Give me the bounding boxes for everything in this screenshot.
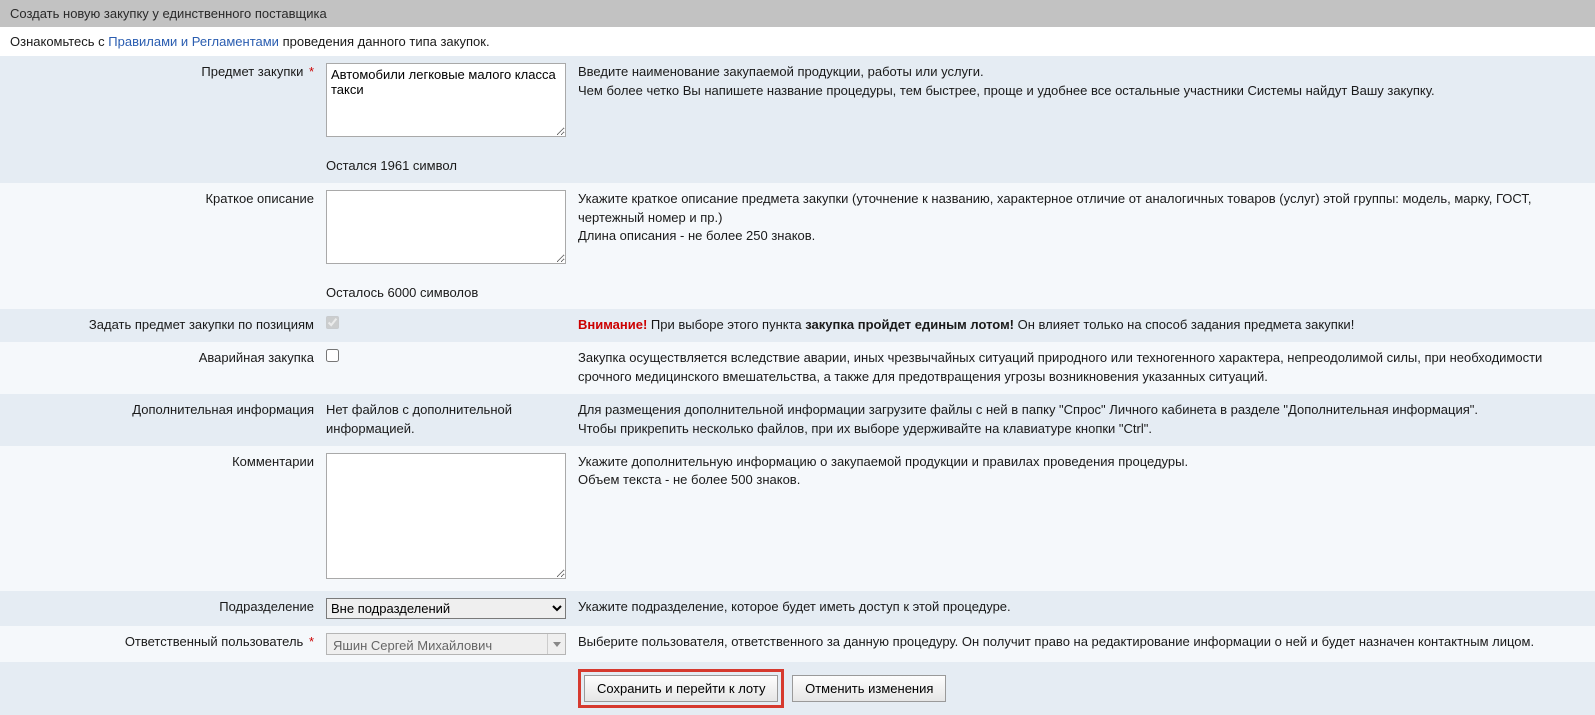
help-comments-l2: Объем текста - не более 500 знаков.: [578, 471, 1589, 490]
chevron-down-icon: [547, 634, 565, 654]
subject-input[interactable]: [326, 63, 566, 137]
subject-counter: Остался 1961 символ: [326, 143, 566, 176]
positions-warn: Внимание!: [578, 317, 647, 332]
short-counter: Осталось 6000 символов: [326, 270, 566, 303]
required-mark: *: [303, 64, 314, 79]
addinfo-nofiles: Нет файлов с дополнительной информацией.: [326, 401, 566, 439]
save-button[interactable]: Сохранить и перейти к лоту: [584, 675, 778, 702]
help-short-l1: Укажите краткое описание предмета закупк…: [578, 190, 1589, 228]
form-table: Предмет закупки * Остался 1961 символ Вв…: [0, 56, 1595, 715]
positions-mid1: При выборе этого пункта: [647, 317, 805, 332]
comments-input[interactable]: [326, 453, 566, 579]
intro-text: Ознакомьтесь с Правилами и Регламентами …: [0, 27, 1595, 56]
label-addinfo: Дополнительная информация: [132, 402, 314, 417]
user-select[interactable]: Яшин Сергей Михайлович: [326, 633, 566, 655]
rules-link[interactable]: Правилами и Регламентами: [108, 34, 279, 49]
positions-bold: закупка пройдет единым лотом!: [805, 317, 1014, 332]
department-select[interactable]: Вне подразделений: [326, 598, 566, 619]
emergency-checkbox[interactable]: [326, 349, 339, 362]
help-addinfo-l2: Чтобы прикрепить несколько файлов, при и…: [578, 420, 1589, 439]
help-addinfo-l1: Для размещения дополнительной информации…: [578, 401, 1589, 420]
label-subject: Предмет закупки: [201, 64, 303, 79]
help-department: Укажите подразделение, которое будет име…: [578, 599, 1011, 614]
label-department: Подразделение: [219, 599, 314, 614]
required-mark: *: [303, 634, 314, 649]
save-highlight: Сохранить и перейти к лоту: [578, 669, 784, 708]
help-emergency: Закупка осуществляется вследствие аварии…: [578, 350, 1542, 384]
help-subject-l1: Введите наименование закупаемой продукци…: [578, 63, 1589, 82]
label-emergency: Аварийная закупка: [199, 350, 314, 365]
positions-checkbox[interactable]: [326, 316, 339, 329]
help-user: Выберите пользователя, ответственного за…: [578, 634, 1534, 649]
help-comments-l1: Укажите дополнительную информацию о заку…: [578, 453, 1589, 472]
help-short-l2: Длина описания - не более 250 знаков.: [578, 227, 1589, 246]
page-title: Создать новую закупку у единственного по…: [0, 0, 1595, 27]
label-positions: Задать предмет закупки по позициям: [89, 317, 314, 332]
positions-mid2: Он влияет только на способ задания предм…: [1014, 317, 1354, 332]
cancel-button[interactable]: Отменить изменения: [792, 675, 946, 702]
help-subject-l2: Чем более четко Вы напишете название про…: [578, 82, 1589, 101]
intro-after: проведения данного типа закупок.: [279, 34, 490, 49]
label-user: Ответственный пользователь: [125, 634, 304, 649]
label-short: Краткое описание: [205, 191, 314, 206]
user-selected-value: Яшин Сергей Михайлович: [327, 634, 547, 654]
intro-before: Ознакомьтесь с: [10, 34, 108, 49]
label-comments: Комментарии: [232, 454, 314, 469]
short-input[interactable]: [326, 190, 566, 264]
